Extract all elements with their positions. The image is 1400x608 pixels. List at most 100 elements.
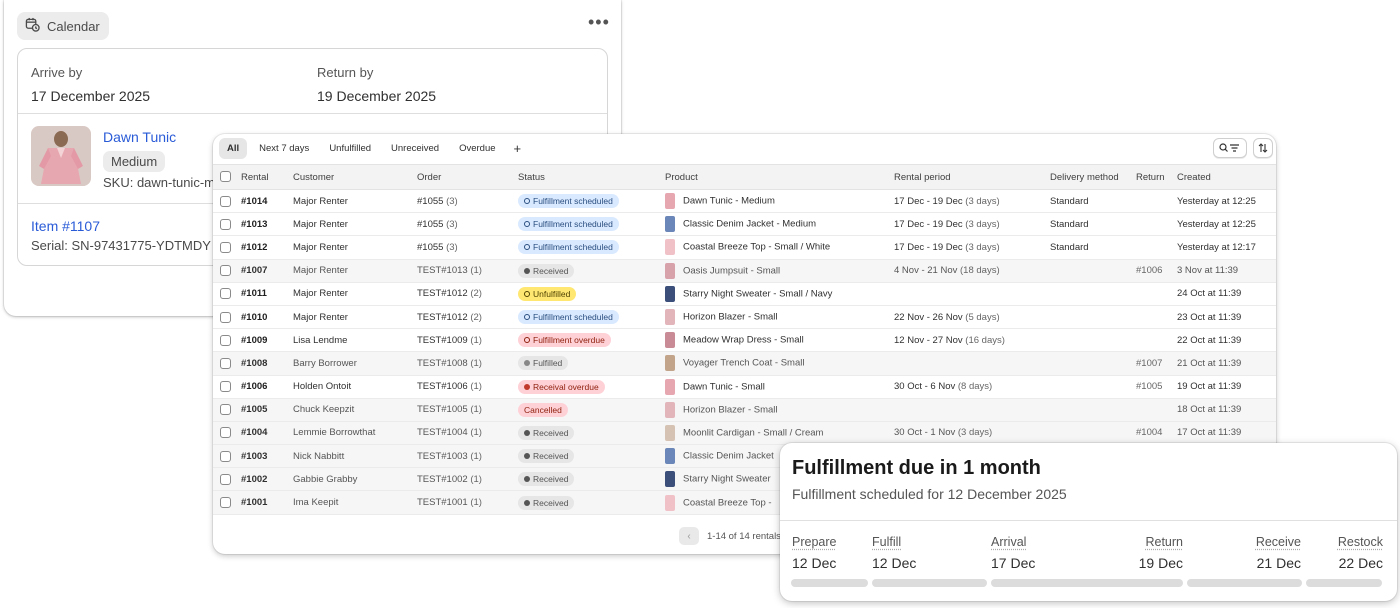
table-row[interactable]: #1007 Major Renter TEST#1013 (1) Received Oa… xyxy=(213,259,1276,283)
previous-page-button[interactable]: ‹ xyxy=(679,527,699,545)
row-checkbox[interactable] xyxy=(220,241,231,253)
rental-cell: #1007 xyxy=(236,259,288,283)
rental-id[interactable]: #1002 xyxy=(241,474,267,485)
row-select-cell[interactable] xyxy=(213,212,236,237)
order-number[interactable]: TEST#1009 xyxy=(417,335,468,346)
table-row[interactable]: #1005 Chuck Keepzit TEST#1005 (1) Cancelled… xyxy=(213,398,1276,422)
tab-unfulfilled[interactable]: Unfulfilled xyxy=(321,138,379,159)
return-link[interactable]: #1006 xyxy=(1136,265,1162,276)
row-select-cell[interactable] xyxy=(213,189,236,214)
order-number[interactable]: TEST#1008 xyxy=(417,358,468,369)
row-select-cell[interactable] xyxy=(213,467,236,492)
row-checkbox[interactable] xyxy=(220,265,231,277)
row-checkbox[interactable] xyxy=(220,427,231,439)
created-cell: Yesterday at 12:25 xyxy=(1172,212,1276,237)
product-name-link[interactable]: Dawn Tunic xyxy=(103,129,176,145)
rental-id[interactable]: #1013 xyxy=(241,219,267,230)
order-number[interactable]: TEST#1006 xyxy=(417,381,468,392)
row-checkbox[interactable] xyxy=(220,288,231,300)
row-select-cell[interactable] xyxy=(213,444,236,469)
tab-next-7-days[interactable]: Next 7 days xyxy=(251,138,317,159)
status-badge: Cancelled xyxy=(518,402,568,417)
order-number[interactable]: TEST#1001 xyxy=(417,497,468,508)
rental-id[interactable]: #1007 xyxy=(241,265,267,276)
column-header-rental[interactable]: Rental xyxy=(236,164,288,190)
add-view-button[interactable]: + xyxy=(508,138,528,159)
row-select-cell[interactable] xyxy=(213,328,236,353)
row-checkbox[interactable] xyxy=(220,195,231,207)
order-number[interactable]: #1055 xyxy=(417,196,443,207)
rental-id[interactable]: #1010 xyxy=(241,312,267,323)
select-all-checkbox[interactable] xyxy=(220,171,231,183)
order-number[interactable]: #1055 xyxy=(417,219,443,230)
column-header-return[interactable]: Return xyxy=(1131,164,1172,190)
table-row[interactable]: #1004 Lemmie Borrowthat TEST#1004 (1) Recei… xyxy=(213,421,1276,446)
order-number[interactable]: #1055 xyxy=(417,242,443,253)
item-link[interactable]: Item #1107 xyxy=(31,218,100,234)
table-row[interactable]: #1006 Holden Ontoit TEST#1006 (1) Receival … xyxy=(213,375,1276,399)
column-header-product[interactable]: Product xyxy=(660,164,889,190)
return-link[interactable]: #1004 xyxy=(1136,427,1162,438)
row-checkbox[interactable] xyxy=(220,381,231,393)
return-link[interactable]: #1007 xyxy=(1136,358,1162,369)
column-header-customer[interactable]: Customer xyxy=(288,164,412,190)
column-header-rental-period[interactable]: Rental period xyxy=(889,164,1045,190)
table-row[interactable]: #1011 Major Renter TEST#1012 (2) Unfulfille… xyxy=(213,282,1276,306)
order-number[interactable]: TEST#1005 xyxy=(417,404,468,415)
table-row[interactable]: #1008 Barry Borrower TEST#1008 (1) Fulfille… xyxy=(213,351,1276,376)
return-link[interactable]: #1005 xyxy=(1136,381,1162,392)
status-cell: Fulfillment scheduled xyxy=(513,305,660,330)
row-checkbox[interactable] xyxy=(220,218,231,230)
column-header-status[interactable]: Status xyxy=(513,164,660,190)
order-number[interactable]: TEST#1012 xyxy=(417,288,468,299)
row-select-cell[interactable] xyxy=(213,282,236,306)
order-number[interactable]: TEST#1004 xyxy=(417,427,468,438)
row-checkbox[interactable] xyxy=(220,311,231,323)
table-row[interactable]: #1013 Major Renter #1055 (3) Fulfillment sc… xyxy=(213,212,1276,237)
tab-unreceived[interactable]: Unreceived xyxy=(383,138,447,159)
sort-button[interactable] xyxy=(1253,138,1273,158)
row-checkbox[interactable] xyxy=(220,334,231,346)
rental-id[interactable]: #1006 xyxy=(241,381,267,392)
column-header-order[interactable]: Order xyxy=(412,164,513,190)
row-select-cell[interactable] xyxy=(213,421,236,446)
row-select-cell[interactable] xyxy=(213,351,236,376)
select-all-header[interactable] xyxy=(213,164,236,190)
rental-id[interactable]: #1009 xyxy=(241,335,267,346)
table-row[interactable]: #1014 Major Renter #1055 (3) Fulfillment sc… xyxy=(213,189,1276,214)
tab-overdue[interactable]: Overdue xyxy=(451,138,503,159)
table-row[interactable]: #1012 Major Renter #1055 (3) Fulfillment sc… xyxy=(213,235,1276,260)
search-filter-button[interactable] xyxy=(1213,138,1247,158)
order-number[interactable]: TEST#1012 xyxy=(417,312,468,323)
rental-id[interactable]: #1003 xyxy=(241,451,267,462)
rental-id[interactable]: #1008 xyxy=(241,358,267,369)
row-checkbox[interactable] xyxy=(220,357,231,369)
rental-id[interactable]: #1014 xyxy=(241,196,267,207)
row-select-cell[interactable] xyxy=(213,375,236,399)
row-checkbox[interactable] xyxy=(220,404,231,416)
order-number[interactable]: TEST#1003 xyxy=(417,451,468,462)
rental-id[interactable]: #1012 xyxy=(241,242,267,253)
product-thumbnail xyxy=(665,378,675,395)
table-row[interactable]: #1009 Lisa Lendme TEST#1009 (1) Fulfillment… xyxy=(213,328,1276,353)
rental-id[interactable]: #1011 xyxy=(241,288,267,299)
row-checkbox[interactable] xyxy=(220,473,231,485)
row-select-cell[interactable] xyxy=(213,490,236,515)
column-header-delivery-method[interactable]: Delivery method xyxy=(1045,164,1131,190)
row-select-cell[interactable] xyxy=(213,305,236,330)
row-select-cell[interactable] xyxy=(213,235,236,260)
rental-id[interactable]: #1004 xyxy=(241,427,267,438)
rental-id[interactable]: #1005 xyxy=(241,404,267,415)
table-row[interactable]: #1010 Major Renter TEST#1012 (2) Fulfillmen… xyxy=(213,305,1276,330)
row-checkbox[interactable] xyxy=(220,497,231,509)
order-number[interactable]: TEST#1013 xyxy=(417,265,468,276)
row-select-cell[interactable] xyxy=(213,259,236,283)
row-checkbox[interactable] xyxy=(220,450,231,462)
rental-id[interactable]: #1001 xyxy=(241,497,267,508)
calendar-chip[interactable]: Calendar xyxy=(17,12,109,40)
order-number[interactable]: TEST#1002 xyxy=(417,474,468,485)
tab-all[interactable]: All xyxy=(219,138,248,159)
more-actions-icon[interactable]: ••• xyxy=(588,13,610,31)
column-header-created[interactable]: Created xyxy=(1172,164,1276,190)
row-select-cell[interactable] xyxy=(213,398,236,422)
